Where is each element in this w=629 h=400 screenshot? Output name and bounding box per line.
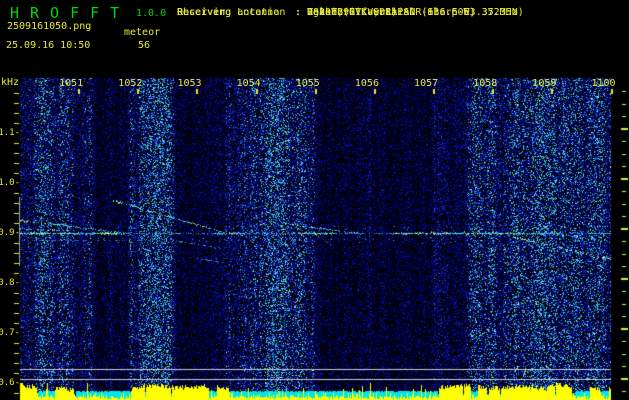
time-label-1051: 1051 [59, 78, 84, 89]
time-label-1056: 1056 [354, 78, 379, 89]
freq-label-0.7: 0.7- [0, 328, 20, 338]
freq-label-0.6: 0.6- [0, 378, 20, 388]
time-label-1054: 1054 [236, 78, 261, 89]
echo-count: 56 [138, 40, 151, 51]
info-row: Receiving antenna:2el-HB9CV Vertical (el… [177, 7, 476, 18]
app-version: 1.0.0 [136, 8, 167, 19]
hrofft-screen: HROFFT 1.0.0 2509161050.png meteor 25.09… [0, 0, 629, 400]
y-axis-unit-label: kHz [1, 77, 20, 88]
info-colon: : [295, 7, 302, 18]
time-label-1058: 1058 [473, 78, 498, 89]
output-filename: 2509161050.png [7, 21, 92, 32]
freq-label-0.9: 0.9- [0, 228, 20, 238]
info-label: Receiving antenna [177, 7, 280, 18]
freq-label-1.0: 1.0- [0, 178, 20, 188]
header: HROFFT 1.0.0 2509161050.png meteor 25.09… [0, 0, 629, 75]
observation-datetime: 25.09.16 10:50 [6, 40, 91, 51]
freq-label-0.8: 0.8- [0, 278, 20, 288]
app-title: HROFFT [10, 4, 131, 22]
time-label-1053: 1053 [177, 78, 202, 89]
time-label-1052: 1052 [118, 78, 143, 89]
time-label-1059: 1059 [532, 78, 557, 89]
observation-mode: meteor [124, 27, 161, 38]
time-label-1100: 1100 [591, 78, 616, 89]
time-label-1055: 1055 [295, 78, 320, 89]
time-label-1057: 1057 [414, 78, 439, 89]
info-value: 2el-HB9CV Vertical (el. E-W) [307, 7, 476, 18]
freq-label-1.1: 1.1- [0, 128, 20, 138]
